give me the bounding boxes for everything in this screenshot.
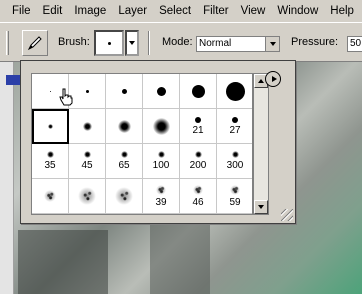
chevron-down-icon[interactable] [265,37,279,51]
brush-preset[interactable] [143,74,180,109]
brush-preset[interactable] [69,179,106,214]
toolbar-separator [148,31,150,55]
brush-size-label: 45 [81,160,93,171]
resize-grip[interactable] [281,209,293,221]
brush-preset[interactable]: 45 [69,144,106,179]
brush-size-label: 27 [229,124,241,136]
brush-preset[interactable] [32,179,69,214]
pressure-input[interactable]: 50 [347,36,362,52]
brush-size-label: 46 [192,196,204,208]
canvas-shadow-region [18,230,108,294]
menu-filter[interactable]: Filter [197,0,235,22]
soft-brush-icon [152,117,170,135]
menu-help[interactable]: Help [324,0,360,22]
hard-brush-icon [195,116,201,123]
brush-preset[interactable] [106,109,143,144]
menu-view[interactable]: View [235,0,272,22]
chevron-down-icon [129,41,135,45]
brush-preset[interactable] [32,109,69,144]
soft-brush-icon [231,151,239,158]
flyout-arrow-icon[interactable] [265,71,281,87]
brush-preset[interactable]: 27 [217,109,252,144]
splatter-brush-icon [230,184,240,195]
canvas-left-edge [0,62,14,294]
brush-preset[interactable]: 100 [143,144,180,179]
brush-preset[interactable]: 65 [106,144,143,179]
menu-layer[interactable]: Layer [112,0,153,22]
brush-size-label: 39 [155,196,167,208]
hard-brush-icon [49,90,51,92]
soft-brush-icon [46,151,54,158]
brush-preset[interactable] [143,109,180,144]
hard-brush-icon [191,84,205,98]
arrow-down-icon [258,205,264,209]
brush-preset[interactable]: 35 [32,144,69,179]
hard-brush-icon [85,89,89,93]
hard-brush-icon [121,88,127,94]
menu-select[interactable]: Select [153,0,197,22]
arrow-up-icon [258,79,264,83]
options-bar: Brush: Mode: Normal Pressure: 50 [0,22,362,62]
menu-bar: File Edit Image Layer Select Filter View Window… [0,0,362,22]
menu-image[interactable]: Image [68,0,112,22]
soft-brush-icon [120,151,128,158]
soft-brush-icon [117,119,131,133]
brush-label: Brush: [58,36,90,48]
brush-size-label: 21 [192,124,204,136]
hard-brush-icon [156,86,166,96]
brush-preset[interactable] [106,74,143,109]
splatter-brush-icon [156,184,166,195]
soft-brush-icon [82,121,92,131]
scroll-down-button[interactable] [254,200,268,214]
hand-pointer-icon [59,88,73,106]
mode-label: Mode: [162,36,193,48]
brush-preset[interactable]: 300 [217,144,252,179]
canvas-shadow-region [150,224,210,294]
pressure-value: 50 [350,38,362,49]
brush-tool-icon[interactable] [22,30,48,56]
brush-size-label: 300 [226,160,244,171]
menu-window[interactable]: Window [271,0,324,22]
hard-brush-icon [225,81,245,101]
brush-preview-button[interactable] [94,30,124,56]
brush-preset[interactable] [217,74,252,109]
brush-preset[interactable]: 59 [217,179,252,214]
brush-preset[interactable] [69,74,106,109]
brush-preset[interactable] [106,179,143,214]
brush-preset[interactable]: 200 [180,144,217,179]
hard-brush-icon [232,116,238,123]
brush-dropdown-arrow[interactable] [125,30,139,56]
splatter-brush-icon [78,187,96,205]
brush-preset[interactable]: 39 [143,179,180,214]
splatter-brush-icon [193,184,203,195]
brush-size-label: 65 [118,160,130,171]
brush-size-label: 100 [152,160,170,171]
brush-preset[interactable]: 46 [180,179,217,214]
brush-size-label: 35 [44,160,56,171]
soft-brush-icon [157,151,165,158]
brush-preset[interactable] [69,109,106,144]
brush-picker-panel: 21 27 35 45 65 100 200 300 39 46 59 [20,60,296,224]
pressure-label: Pressure: [291,36,339,48]
mode-select[interactable]: Normal [196,36,280,52]
soft-brush-icon [83,151,91,158]
menu-edit[interactable]: Edit [37,0,69,22]
splatter-brush-icon [44,190,56,202]
brush-scrollbar[interactable] [253,73,269,215]
toolbar-grip[interactable] [6,31,9,55]
brush-preset[interactable] [180,74,217,109]
splatter-brush-icon [115,187,133,205]
brush-preset[interactable]: 21 [180,109,217,144]
brush-size-label: 59 [229,196,241,208]
menu-file[interactable]: File [6,0,37,22]
brush-size-label: 200 [189,160,207,171]
soft-brush-icon [47,123,53,129]
mode-value: Normal [199,38,232,49]
soft-brush-icon [194,151,202,158]
